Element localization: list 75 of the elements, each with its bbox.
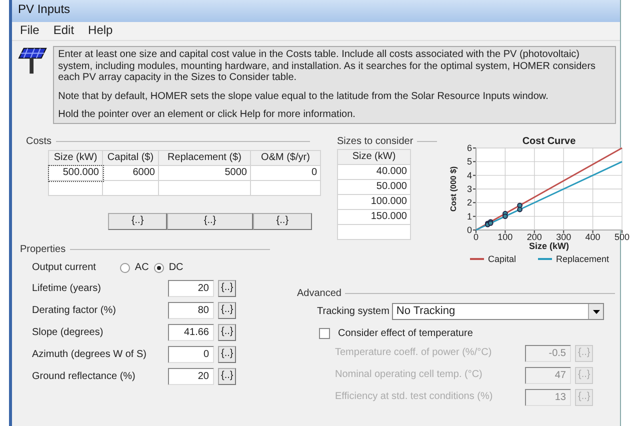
- tick-label: 0: [474, 232, 478, 242]
- window-title: PV Inputs: [18, 2, 70, 16]
- column-header: Replacement ($): [158, 150, 250, 166]
- table-cell[interactable]: 150.000: [338, 210, 410, 224]
- field-label: Derating factor (%): [32, 304, 117, 316]
- group-label: Advanced: [297, 288, 342, 299]
- radio-button[interactable]: [154, 262, 164, 272]
- radio-label: DC: [168, 262, 184, 274]
- dropdown[interactable]: No Tracking: [392, 303, 604, 320]
- edit-button[interactable]: {..}: [108, 213, 168, 230]
- tick-label: 3: [466, 184, 472, 194]
- edit-button[interactable]: {..}: [252, 213, 312, 230]
- dropdown-arrow-icon: [592, 310, 600, 314]
- solar-panel-icon: [18, 46, 48, 76]
- field-label: Slope (degrees): [32, 326, 104, 338]
- edit-button[interactable]: {..}: [218, 346, 236, 363]
- description-text: Enter at least one size and capital cost value in the Costs table. Include all costs associated with the PV (photovoltaic) system, including modules, mounting hardware, and installation. As it searches for the optimal system, HOMER considers each PV array capacity in the Sizes to Consider table.: [58, 49, 597, 84]
- edit-button[interactable]: {..}: [218, 302, 236, 319]
- field-label: Efficiency at std. test conditions (%): [335, 391, 494, 403]
- menu-item[interactable]: Edit: [53, 24, 74, 38]
- axis-title: Size (kW): [529, 240, 569, 250]
- field-label: Ground reflectance (%): [32, 370, 136, 382]
- input-field[interactable]: 41.66: [168, 324, 214, 341]
- table-cell[interactable]: 5000: [158, 166, 250, 180]
- tick-label: 1: [466, 210, 472, 221]
- column-header: Size (kW): [48, 150, 102, 166]
- edit-button[interactable]: {..}: [218, 368, 236, 385]
- dropdown-value: No Tracking: [396, 305, 456, 318]
- edit-button[interactable]: {..}: [167, 213, 253, 230]
- input-field[interactable]: 20: [168, 280, 214, 297]
- group-label: Properties: [20, 244, 66, 255]
- checkbox-label: Consider effect of temperature: [338, 328, 473, 340]
- checkbox[interactable]: [319, 328, 330, 340]
- group-label: Sizes to consider: [337, 136, 414, 147]
- field-label: Azimuth (degrees W of S): [32, 348, 148, 360]
- tick-label: 500: [614, 232, 630, 242]
- table-cell[interactable]: 100.000: [338, 194, 410, 210]
- legend-label: Capital: [488, 254, 516, 264]
- tick-label: 6: [466, 142, 472, 152]
- field-label: Tracking system: [317, 306, 390, 318]
- tick-label: 5: [466, 156, 472, 166]
- tick-label: 400: [585, 232, 600, 242]
- radio-label: AC: [134, 262, 149, 274]
- tick-label: 300: [556, 232, 572, 242]
- column-header: Capital ($): [102, 150, 158, 166]
- column-header: O&M ($/yr): [250, 150, 320, 166]
- tick-label: 0: [466, 224, 472, 234]
- description-text: Note that by default, HOMER sets the slope value equal to the latitude from the Solar Resource Inputs window.: [58, 90, 550, 102]
- input-field[interactable]: 20: [168, 368, 214, 385]
- table-cell[interactable]: 0: [250, 166, 320, 180]
- field-label: Lifetime (years): [32, 282, 102, 294]
- edit-button[interactable]: {..}: [218, 280, 236, 297]
- menu-item[interactable]: Help: [88, 24, 113, 38]
- group-label: Costs: [26, 136, 52, 147]
- description-text: Hold the pointer over an element or click Help for more information.: [58, 109, 356, 120]
- table-cell[interactable]: 6000: [102, 166, 158, 180]
- input-field[interactable]: 80: [168, 302, 214, 319]
- menu-item[interactable]: File: [20, 24, 40, 38]
- table-cell[interactable]: 500.000: [48, 166, 102, 180]
- edit-button[interactable]: {..}: [218, 324, 236, 341]
- table-cell[interactable]: 50.000: [338, 180, 410, 194]
- input-field[interactable]: 0: [168, 346, 214, 363]
- field-label: Output current: [32, 262, 96, 274]
- table-cell[interactable]: 40.000: [338, 164, 410, 180]
- column-header: Size (kW): [338, 150, 410, 164]
- tick-label: 100: [498, 232, 513, 242]
- axis-title: Cost (000 $): [449, 166, 458, 212]
- tick-label: 4: [466, 170, 472, 180]
- field-label: Nominal operating cell temp. (°C): [335, 369, 484, 381]
- tick-label: 200: [526, 232, 542, 242]
- field-label: Temperature coeff. of power (%/°C): [335, 347, 493, 359]
- chart-title: Cost Curve: [522, 136, 576, 146]
- tick-label: 2: [466, 197, 472, 208]
- radio-button[interactable]: [120, 262, 130, 272]
- legend-label: Replacement: [556, 254, 610, 264]
